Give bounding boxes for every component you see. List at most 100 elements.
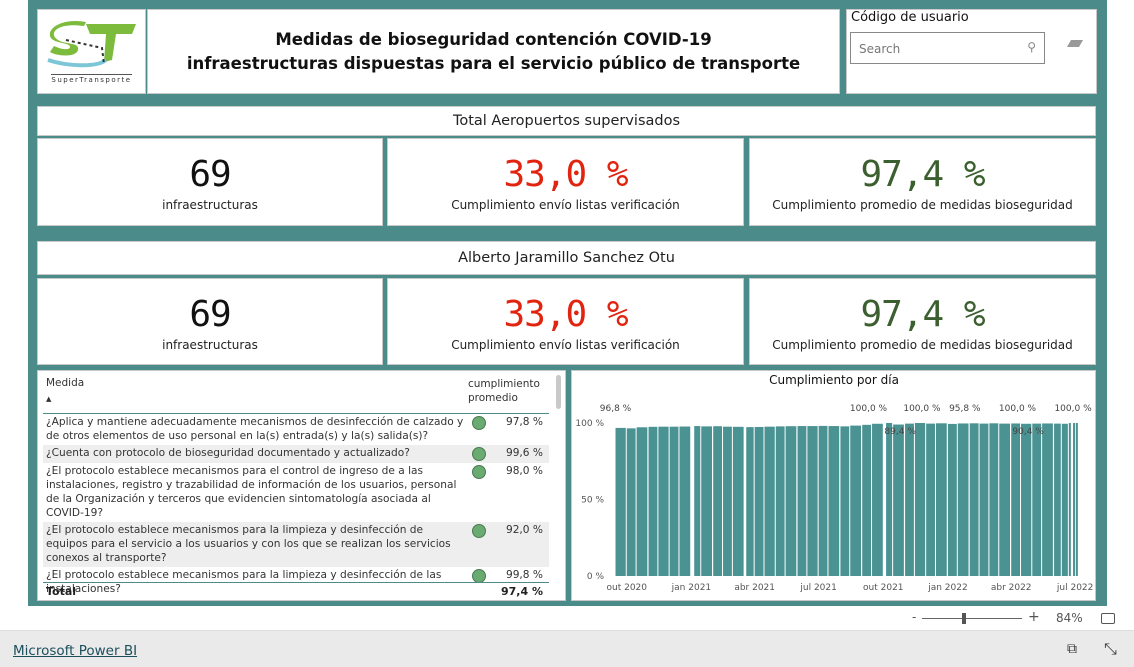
- chart-bar[interactable]: [694, 426, 701, 576]
- x-tick-label: jan 2022: [927, 583, 968, 593]
- chart-bar[interactable]: [850, 425, 862, 576]
- chart-bar[interactable]: [1075, 423, 1078, 576]
- x-tick-label: abr 2022: [991, 583, 1032, 593]
- chart-bar[interactable]: [936, 423, 947, 576]
- chart-bar[interactable]: [1021, 423, 1032, 576]
- chart-bar[interactable]: [905, 423, 914, 576]
- kpi-value: 97,4 %: [860, 154, 985, 195]
- chart-bar[interactable]: [1011, 423, 1021, 576]
- chart-bar[interactable]: [926, 423, 936, 576]
- medida-cell: ¿Cuenta con protocolo de bioseguridad do…: [46, 447, 410, 459]
- chart-bar[interactable]: [862, 424, 872, 576]
- report-canvas: SuperTransporte Medidas de bioseguridad …: [28, 0, 1107, 606]
- y-tick-label: 100 %: [575, 419, 604, 429]
- table-row[interactable]: ¿Aplica y mantiene adecuadamente mecanis…: [43, 414, 549, 445]
- chart-bar[interactable]: [999, 423, 1011, 576]
- chart-bar[interactable]: [764, 426, 775, 576]
- chart-bar[interactable]: [1068, 423, 1071, 576]
- chart-bar[interactable]: [840, 426, 850, 576]
- total-value: 97,4 %: [501, 585, 543, 598]
- eraser-icon[interactable]: [1066, 40, 1084, 47]
- chart-bar[interactable]: [893, 424, 904, 576]
- share-icon[interactable]: ⧉: [1067, 641, 1077, 657]
- total-label: Total: [46, 585, 77, 598]
- chart-svg: Cumplimiento por día 0 % 50 % 100 % out 2020…: [575, 373, 1093, 593]
- y-tick-label: 0 %: [587, 572, 605, 582]
- chart-bar[interactable]: [969, 423, 979, 576]
- data-label: 90,4 %: [1012, 427, 1044, 437]
- zoom-out-button[interactable]: -: [912, 610, 916, 624]
- table-row[interactable]: ¿El protocolo establece mecanismos para …: [43, 463, 549, 522]
- kpi-label: Cumplimiento promedio de medidas biosegu…: [772, 198, 1073, 212]
- chart-bar[interactable]: [1061, 423, 1068, 576]
- chart-bar[interactable]: [679, 426, 691, 576]
- column-header-cumplimiento[interactable]: cumplimiento promedio: [468, 377, 548, 405]
- chart-bar[interactable]: [947, 423, 957, 576]
- chart-bar[interactable]: [785, 426, 797, 576]
- kpi-label: Cumplimiento envío listas verificación: [451, 337, 680, 352]
- title-line-1: Medidas de bioseguridad contención COVID…: [275, 29, 712, 49]
- kpi-card-envio-listas: 33,0 % Cumplimiento envío listas verific…: [387, 138, 744, 226]
- chart-bar[interactable]: [989, 423, 999, 576]
- report-title: Medidas de bioseguridad contención COVID…: [147, 9, 840, 94]
- slicer-label: Código de usuario: [851, 10, 969, 25]
- search-input[interactable]: Search ⚲: [850, 32, 1045, 64]
- data-label: 100,0 %: [1054, 404, 1092, 414]
- power-bi-link[interactable]: Microsoft Power BI: [13, 643, 137, 659]
- chart-bar[interactable]: [626, 428, 636, 576]
- column-header-medida[interactable]: Medida ▲: [46, 377, 84, 403]
- chart-bar[interactable]: [1073, 423, 1076, 576]
- zoom-in-button[interactable]: +: [1028, 609, 1040, 625]
- table-row[interactable]: ¿Cuenta con protocolo de bioseguridad do…: [43, 445, 549, 463]
- chart-bar[interactable]: [1054, 423, 1061, 576]
- chart-bar[interactable]: [797, 426, 807, 576]
- expand-icon[interactable]: ⤡: [1104, 639, 1117, 659]
- chart-bar[interactable]: [979, 423, 989, 576]
- chart-bar[interactable]: [723, 426, 732, 576]
- kpi-value: 69: [189, 293, 231, 335]
- zoom-slider[interactable]: [922, 618, 1022, 619]
- chart-bar[interactable]: [1042, 423, 1053, 576]
- data-label: 100,0 %: [903, 404, 941, 414]
- chart-bar[interactable]: [713, 426, 723, 576]
- chart-bar[interactable]: [658, 426, 669, 576]
- medida-cell: ¿El protocolo establece mecanismos para …: [46, 465, 457, 519]
- logo-text: SuperTransporte: [51, 73, 132, 84]
- table-row[interactable]: ¿El protocolo establece mecanismos para …: [43, 522, 549, 567]
- chart-bar[interactable]: [754, 426, 764, 576]
- chart-bar[interactable]: [957, 423, 969, 576]
- kpi-label: infraestructuras: [162, 337, 258, 352]
- chart-bar[interactable]: [886, 423, 893, 576]
- kpi-label: Cumplimiento envío listas verificación: [451, 198, 680, 212]
- title-line-2: infraestructuras dispuestas para el serv…: [186, 53, 801, 73]
- x-tick-label: out 2020: [607, 583, 648, 593]
- chart-title: Cumplimiento por día: [769, 373, 899, 387]
- chart-bar[interactable]: [872, 423, 883, 576]
- chart-bar[interactable]: [828, 426, 840, 576]
- section-title-user: Alberto Jaramillo Sanchez Otu: [37, 241, 1096, 275]
- chart-bar[interactable]: [914, 423, 926, 576]
- chart-bar[interactable]: [648, 426, 658, 576]
- chart-bar[interactable]: [701, 426, 713, 576]
- fit-to-page-icon[interactable]: [1101, 613, 1115, 624]
- chart-bar[interactable]: [807, 426, 818, 576]
- medidas-table: Medida ▲ cumplimiento promedio ¿Aplica y …: [37, 370, 566, 601]
- chart-bar[interactable]: [818, 425, 828, 576]
- chart-bar[interactable]: [615, 427, 626, 576]
- chart-bar[interactable]: [636, 427, 648, 576]
- chart-bar[interactable]: [732, 426, 744, 576]
- x-tick-label: abr 2021: [734, 583, 775, 593]
- chart-bar[interactable]: [746, 427, 754, 576]
- kpi-card-medidas: 97,4 % Cumplimiento promedio de medidas …: [749, 138, 1096, 226]
- table-scrollbar[interactable]: [556, 375, 561, 409]
- data-label: 100,0 %: [999, 404, 1037, 414]
- cumplimiento-cell: 99,6 %: [505, 447, 543, 459]
- cumplimiento-cell: 98,0 %: [505, 465, 543, 477]
- chart-bar[interactable]: [669, 426, 679, 576]
- zoom-slider-handle[interactable]: [962, 613, 966, 624]
- chart-bar[interactable]: [775, 426, 785, 576]
- zoom-level: 84%: [1056, 611, 1083, 625]
- status-dot-icon: [464, 464, 494, 520]
- chart-bar[interactable]: [1032, 423, 1042, 576]
- kpi-card-infraestructuras-user: 69 infraestructuras: [37, 278, 383, 365]
